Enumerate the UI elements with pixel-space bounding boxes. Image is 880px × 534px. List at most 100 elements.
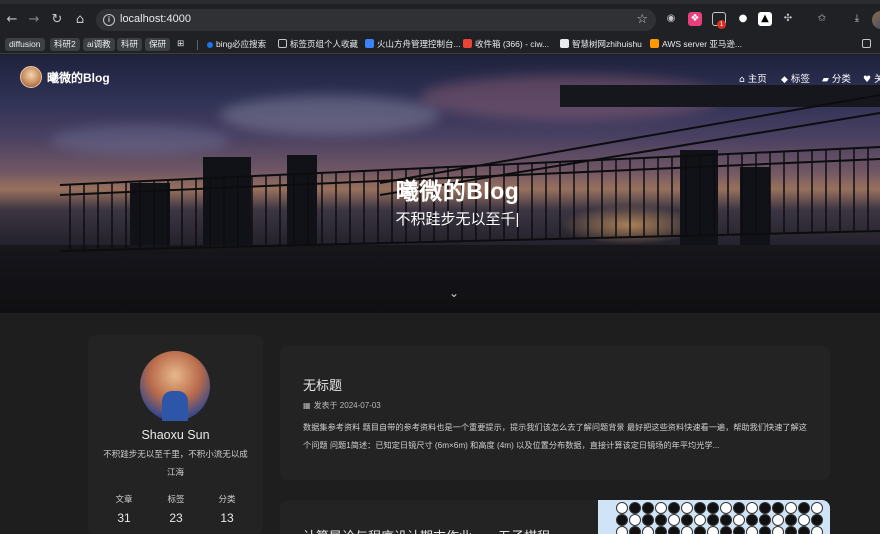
go-stone xyxy=(733,502,745,514)
hero-subtitle: 不积跬步无以至千| xyxy=(395,211,520,228)
go-stone xyxy=(811,514,823,526)
menu-label: 关 xyxy=(874,74,880,85)
bookmark-aws[interactable]: AWS server 亚马逊... xyxy=(650,38,742,51)
bookmarks-bar: diffusion 科研2 ai调教 科研 保研 ⊞ bing必应搜索 标签页组… xyxy=(0,36,880,54)
bookmark-folder-more[interactable] xyxy=(862,38,874,51)
bookmark-label: AWS server 亚马逊... xyxy=(662,39,742,49)
profile-avatar-icon[interactable] xyxy=(872,11,880,29)
bookmark-baoyan[interactable]: 保研 xyxy=(145,38,171,51)
go-stone xyxy=(616,514,628,526)
extension-a-icon[interactable]: ▲ xyxy=(758,12,772,26)
go-stone xyxy=(759,526,771,534)
bookmark-gmail[interactable]: 收件箱 (366) - ciw... xyxy=(463,38,549,51)
bookmark-keyan[interactable]: 科研 xyxy=(117,38,143,51)
bookmark-diffusion[interactable]: diffusion xyxy=(5,38,45,51)
gmail-icon xyxy=(463,39,472,48)
stat-tags[interactable]: 标签 23 xyxy=(151,493,201,525)
stat-articles[interactable]: 文章 31 xyxy=(99,493,149,525)
tab-strip xyxy=(0,0,880,4)
go-stone xyxy=(668,502,680,514)
go-stone xyxy=(655,514,667,526)
hero-title: 曦微的Blog xyxy=(395,178,520,204)
post-card[interactable] xyxy=(280,346,830,480)
back-icon[interactable]: ← xyxy=(4,12,20,28)
extensions-puzzle-icon[interactable]: ✣ xyxy=(781,12,795,26)
stat-value: 31 xyxy=(117,511,131,525)
reload-icon[interactable]: ↻ xyxy=(49,12,65,28)
home-icon: ⌂ xyxy=(739,75,745,85)
forward-icon[interactable]: → xyxy=(26,12,42,28)
go-stone xyxy=(798,502,810,514)
go-stone xyxy=(642,526,654,534)
go-stone xyxy=(707,514,719,526)
menu-label: 标签 xyxy=(790,74,810,85)
go-stone xyxy=(616,502,628,514)
post-cover-image[interactable] xyxy=(598,500,830,534)
post-title[interactable]: 计算导论与程序设计期末作业——五子棋程 xyxy=(303,526,550,534)
address-bar[interactable]: i localhost:4000 ☆ xyxy=(96,9,656,31)
calendar-icon: ▦ xyxy=(303,401,311,410)
go-stone xyxy=(629,526,641,534)
go-stone xyxy=(746,514,758,526)
go-stone xyxy=(655,526,667,534)
extension-pink-icon[interactable]: ❖ xyxy=(688,12,702,26)
go-stone xyxy=(707,526,719,534)
folder-icon xyxy=(862,39,871,48)
bookmark-bing[interactable]: bing必应搜索 xyxy=(207,38,266,51)
bookmark-label: bing必应搜索 xyxy=(216,39,267,49)
favorites-icon[interactable]: ✩ xyxy=(815,12,829,26)
go-stone xyxy=(733,514,745,526)
bookmark-star-icon[interactable]: ☆ xyxy=(636,12,648,27)
author-description: 不积跬步无以至千里，不积小流无以成 xyxy=(103,449,248,459)
home-icon[interactable]: ⌂ xyxy=(72,12,88,28)
menu-tags[interactable]: ◆ 标签 xyxy=(781,71,810,85)
go-stone xyxy=(811,526,823,534)
go-stone xyxy=(733,526,745,534)
bookmark-folder-tabs[interactable]: 标签页组个人收藏 xyxy=(278,38,358,51)
go-stone xyxy=(720,526,732,534)
menu-home[interactable]: ⌂ 主页 xyxy=(739,71,767,85)
menu-about[interactable]: ♥ 关 xyxy=(863,71,880,85)
go-stone xyxy=(694,526,706,534)
menu-label: 主页 xyxy=(747,74,767,85)
bookmark-keyan2[interactable]: 科研2 xyxy=(50,38,80,51)
bookmark-label: 火山方舟管理控制台... xyxy=(377,39,461,49)
go-stone xyxy=(681,502,693,514)
go-stone xyxy=(785,514,797,526)
site-name[interactable]: 曦微的Blog xyxy=(47,69,110,86)
bookmark-separator xyxy=(197,40,198,50)
go-stone xyxy=(798,526,810,534)
go-stone xyxy=(746,526,758,534)
post-meta: ▦ 发表于 2024-07-03 xyxy=(303,400,381,411)
bookmark-ai[interactable]: ai调教 xyxy=(83,38,115,51)
heart-icon: ♥ xyxy=(863,75,872,85)
url-text[interactable]: localhost:4000 xyxy=(120,13,191,25)
download-icon[interactable]: ⤓ xyxy=(850,12,864,26)
bookmark-volcengine[interactable]: 火山方舟管理控制台... xyxy=(365,38,461,51)
stat-label: 分类 xyxy=(218,494,236,504)
go-stone xyxy=(811,502,823,514)
stat-categories[interactable]: 分类 13 xyxy=(202,493,252,525)
apps-grid-icon[interactable]: ⊞ xyxy=(177,38,184,51)
zhihuishu-icon xyxy=(560,39,569,48)
folder-icon xyxy=(278,39,287,48)
menu-categories[interactable]: ▰ 分类 xyxy=(822,71,851,85)
author-name: Shaoxu Sun xyxy=(141,428,210,442)
go-stone xyxy=(785,526,797,534)
date-prefix: 发表于 xyxy=(313,401,338,410)
go-stone xyxy=(642,514,654,526)
extension-dot-icon[interactable]: ● xyxy=(736,12,750,26)
chevron-down-icon[interactable]: ⌄ xyxy=(449,286,459,300)
post-title[interactable]: 无标题 xyxy=(303,375,342,394)
go-stone xyxy=(694,514,706,526)
go-stone xyxy=(694,502,706,514)
incognito-icon[interactable]: ◉ xyxy=(664,12,678,26)
site-info-icon[interactable]: i xyxy=(103,14,115,26)
go-stone xyxy=(720,514,732,526)
bookmark-zhihuishu[interactable]: 智慧树网zhihuishu xyxy=(560,38,642,51)
go-stone xyxy=(681,526,693,534)
volcano-icon xyxy=(365,39,374,48)
go-stone xyxy=(629,514,641,526)
tag-icon: ◆ xyxy=(781,75,788,85)
site-logo[interactable] xyxy=(20,66,42,88)
